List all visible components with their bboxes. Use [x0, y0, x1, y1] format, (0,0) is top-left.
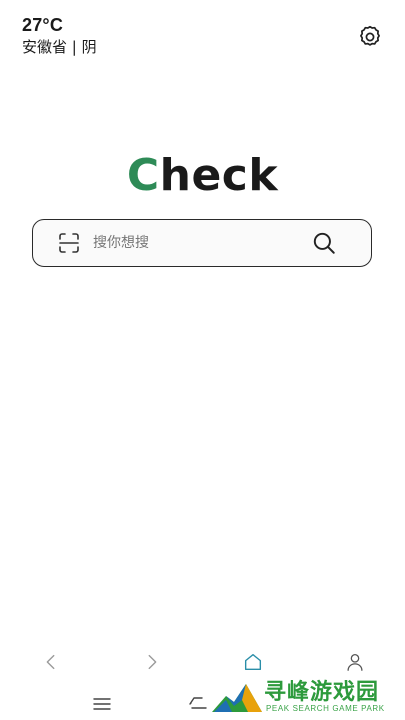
- profile-icon: [347, 654, 363, 671]
- site-watermark: 寻峰游戏园 PEAK SEARCH GAME PARK: [212, 672, 402, 718]
- nav-forward-button[interactable]: [141, 651, 163, 673]
- browser-home-screen: 27°C 安徽省 | 阴 Check 搜你想搜 寻峰游戏园 PEAK SEARC…: [0, 0, 405, 720]
- back-gesture-icon: [189, 697, 207, 709]
- search-bar[interactable]: [32, 219, 372, 267]
- system-menu-button[interactable]: [92, 696, 112, 717]
- mountain-logo-icon: [212, 684, 262, 712]
- search-icon[interactable]: [311, 230, 337, 256]
- weather-widget[interactable]: 27°C 安徽省 | 阴: [22, 14, 97, 57]
- nav-profile-button[interactable]: [344, 651, 366, 673]
- system-back-button[interactable]: [188, 694, 210, 717]
- logo-rest-letters: heck: [159, 150, 279, 201]
- watermark-title: 寻峰游戏园: [264, 680, 380, 705]
- menu-icon: [93, 698, 111, 710]
- forward-icon: [148, 654, 157, 670]
- settings-button[interactable]: [357, 24, 383, 50]
- back-icon: [46, 654, 55, 670]
- search-input[interactable]: [93, 231, 311, 255]
- nav-home-button[interactable]: [242, 651, 264, 673]
- watermark-subtitle: PEAK SEARCH GAME PARK: [266, 704, 385, 713]
- nav-back-button[interactable]: [40, 651, 62, 673]
- weather-temperature: 27°C: [22, 15, 64, 35]
- home-icon: [244, 653, 262, 671]
- app-logo: Check: [0, 148, 405, 204]
- scan-icon[interactable]: [57, 231, 81, 255]
- weather-location: 安徽省 | 阴: [22, 38, 97, 56]
- logo-first-letter: C: [126, 150, 160, 201]
- gear-icon: [360, 25, 380, 46]
